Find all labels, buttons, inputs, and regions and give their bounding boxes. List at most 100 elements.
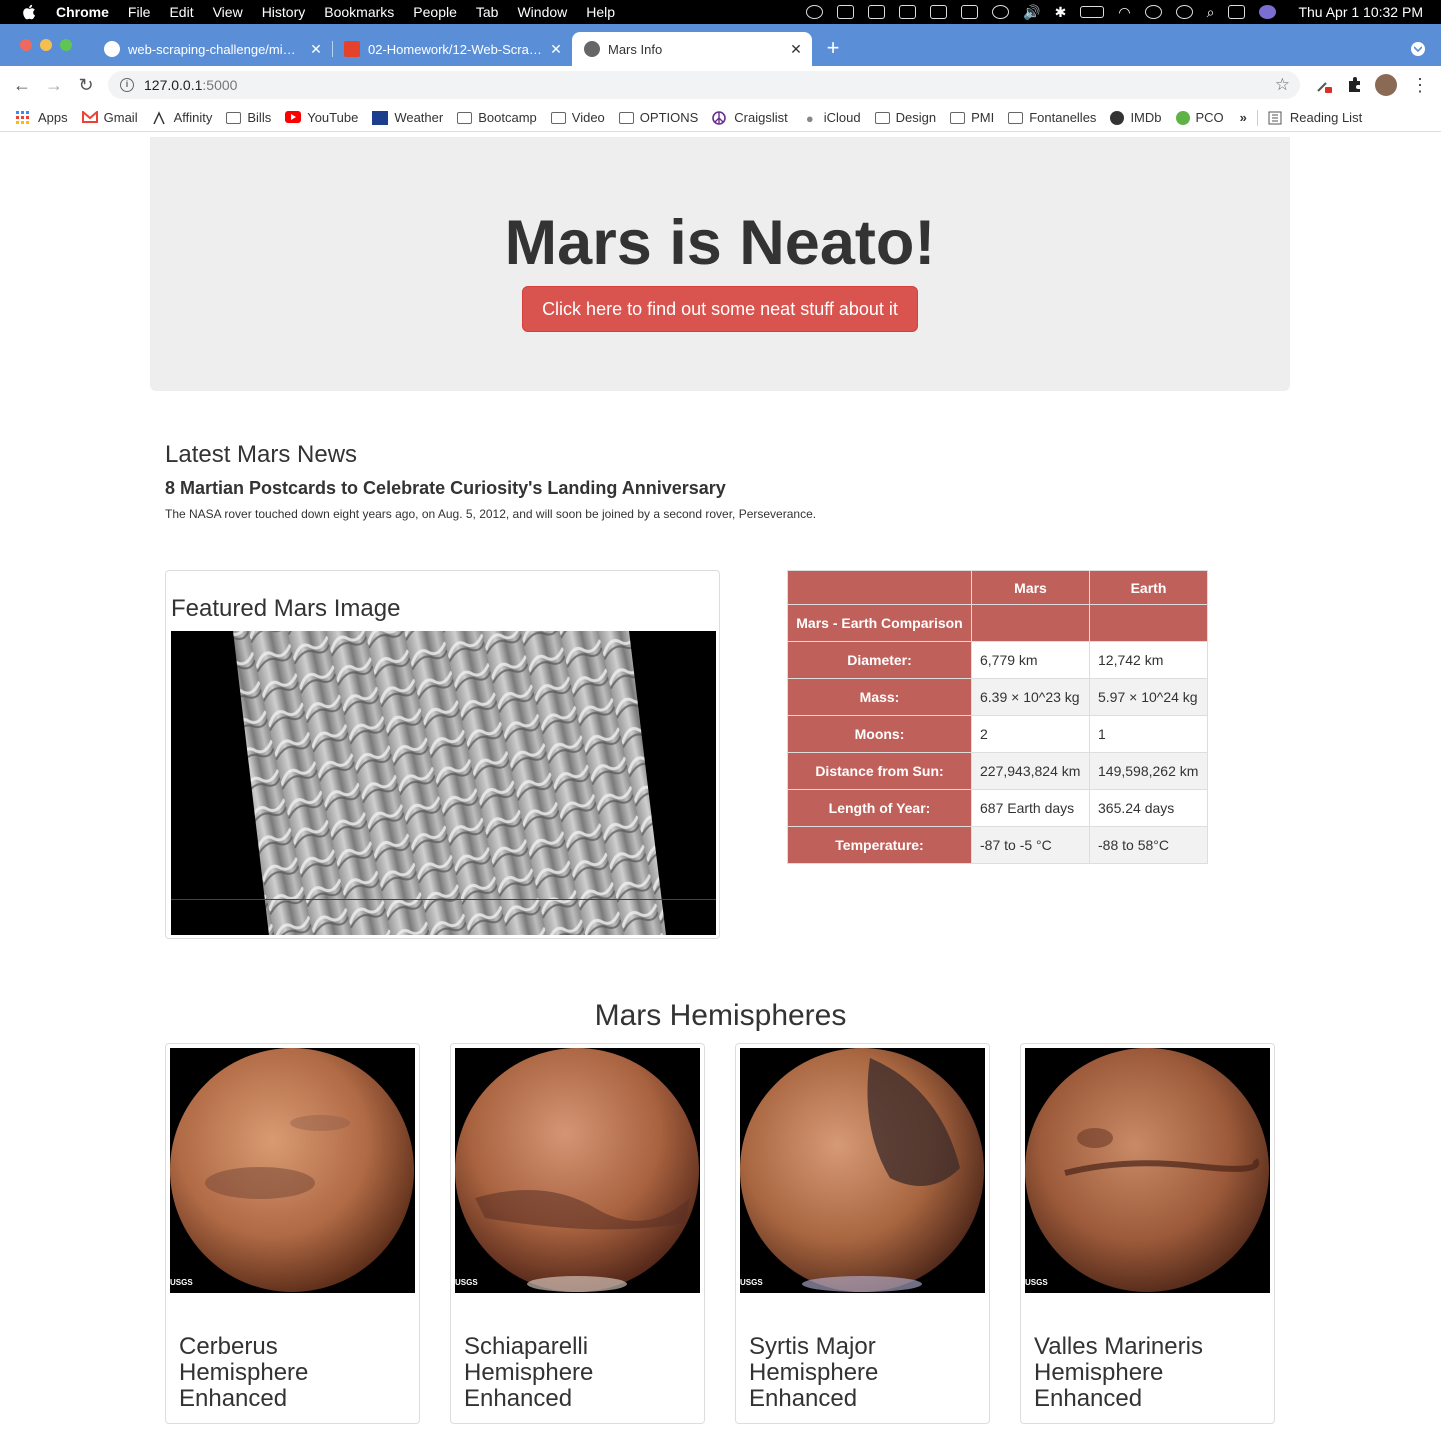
siri-icon[interactable] (1259, 5, 1277, 19)
hemisphere-title[interactable]: Syrtis Major Hemisphere Enhanced (749, 1334, 979, 1412)
clipboard-icon[interactable] (899, 5, 917, 19)
scrape-button[interactable]: Click here to find out some neat stuff a… (522, 286, 918, 332)
menu-help[interactable]: Help (586, 4, 615, 20)
tab-close-icon[interactable]: ✕ (308, 41, 324, 58)
control-center-icon[interactable] (1228, 5, 1246, 19)
bookmark-craigslist[interactable]: Craigslist (712, 110, 788, 125)
bookmark-label: OPTIONS (639, 110, 699, 125)
time-machine-icon[interactable] (1175, 5, 1193, 19)
menu-bookmarks[interactable]: Bookmarks (324, 4, 394, 20)
tab-mars-info[interactable]: Mars Info ✕ (572, 32, 812, 66)
bookmark-affinity[interactable]: Affinity (152, 110, 213, 125)
bookmark-star-icon[interactable]: ☆ (1275, 75, 1290, 95)
new-tab-button[interactable]: + (822, 37, 844, 59)
bookmark-apps[interactable]: Apps (16, 110, 68, 125)
bookmark-label: YouTube (307, 110, 359, 125)
forward-button[interactable]: → (44, 75, 64, 95)
table-row-label: Mars - Earth Comparison (787, 604, 972, 642)
tab-search-icon[interactable] (1411, 42, 1425, 56)
reading-list-button[interactable]: Reading List (1268, 110, 1362, 125)
menu-file[interactable]: File (128, 4, 151, 20)
bookmark-fontanelles[interactable]: Fontanelles (1008, 110, 1096, 125)
zoom-window-button[interactable] (60, 39, 72, 51)
tab-title: web-scraping-challenge/missio (128, 41, 302, 57)
folder-icon (874, 111, 890, 124)
search-icon[interactable]: ⌕ (1207, 4, 1215, 21)
usgs-logo: USGS (740, 1278, 763, 1287)
reload-button[interactable]: ↻ (76, 75, 96, 95)
bookmark-options[interactable]: OPTIONS (618, 110, 699, 125)
apple-logo-icon[interactable] (20, 3, 38, 21)
bookmark-imdb[interactable]: IMDb (1110, 110, 1162, 125)
bookmark-pco[interactable]: PCO (1175, 110, 1224, 125)
battery-icon[interactable] (1080, 6, 1105, 18)
bookmarks-overflow-button[interactable]: » (1240, 110, 1247, 125)
bookmark-gmail[interactable]: Gmail (81, 109, 138, 125)
menu-people[interactable]: People (413, 4, 457, 20)
hemisphere-image (170, 1048, 415, 1293)
extension-eyedropper-icon[interactable] (1314, 75, 1334, 95)
minimize-window-button[interactable] (40, 39, 52, 51)
creative-cloud-icon[interactable] (806, 5, 824, 19)
page-title: Mars is Neato! (504, 208, 936, 278)
table-cell: -87 to -5 °C (971, 826, 1090, 864)
bookmark-design[interactable]: Design (874, 110, 936, 125)
back-button[interactable]: ← (12, 75, 32, 95)
chrome-menu-icon[interactable]: ⋮ (1410, 75, 1430, 95)
bookmark-label: Weather (394, 110, 444, 125)
bluetooth-icon[interactable]: ✱ (1055, 4, 1067, 21)
bookmark-pmi[interactable]: PMI (950, 110, 994, 125)
wifi-icon[interactable]: ◠ (1118, 4, 1130, 21)
jumbotron: Mars is Neato! Click here to find out so… (150, 137, 1290, 391)
bookmark-icloud[interactable]: ● iCloud (802, 110, 861, 126)
table-header-cell (787, 570, 972, 605)
window-manager-icon[interactable] (930, 5, 948, 19)
menu-history[interactable]: History (262, 4, 306, 20)
tab-github[interactable]: web-scraping-challenge/missio ✕ (92, 32, 332, 66)
hemisphere-title[interactable]: Cerberus Hemisphere Enhanced (179, 1334, 409, 1412)
menu-app-name[interactable]: Chrome (56, 4, 109, 20)
tab-close-icon[interactable]: ✕ (788, 41, 804, 58)
hemisphere-card-cerberus: USGS Cerberus Hemisphere Enhanced (165, 1043, 420, 1424)
bookmarks-bar: Apps Gmail Affinity Bills YouTube Weathe… (0, 104, 1441, 132)
profile-avatar[interactable] (1375, 74, 1397, 96)
folder-icon (550, 111, 566, 124)
address-bar[interactable]: i 127.0.0.1:5000 ☆ (108, 71, 1300, 99)
bookmark-label: Affinity (173, 110, 213, 125)
url-port: :5000 (202, 77, 238, 93)
bookmark-label: Bootcamp (478, 110, 537, 125)
reading-list-icon (1268, 111, 1284, 125)
hemisphere-title[interactable]: Valles Marineris Hemisphere Enhanced (1034, 1334, 1264, 1412)
bookmark-label: IMDb (1130, 110, 1162, 125)
tab-close-icon[interactable]: ✕ (548, 41, 564, 58)
bookmark-bootcamp[interactable]: Bootcamp (457, 110, 537, 125)
site-info-icon[interactable]: i (120, 78, 134, 92)
bookmark-bills[interactable]: Bills (226, 110, 271, 125)
bookmark-label: Video (571, 110, 605, 125)
volume-icon[interactable]: 🔊 (1023, 4, 1040, 21)
display-icon[interactable] (961, 5, 979, 19)
status-icons: 🔊 ✱ ◠ ⌕ Thu Apr 1 10:32 PM (806, 0, 1423, 24)
menu-edit[interactable]: Edit (169, 4, 193, 20)
menu-window[interactable]: Window (517, 4, 567, 20)
menu-tab[interactable]: Tab (476, 4, 499, 20)
bookmark-label: Craigslist (734, 110, 788, 125)
table-row-label: Diameter: (787, 641, 972, 679)
bookmark-weather[interactable]: Weather (372, 110, 443, 125)
apple-icon: ● (805, 110, 814, 126)
url-host: 127.0.0.1 (144, 77, 203, 93)
bookmark-youtube[interactable]: YouTube (285, 110, 358, 125)
extensions-puzzle-icon[interactable] (1344, 75, 1364, 95)
gmail-icon (81, 109, 98, 125)
vpn-icon[interactable] (868, 5, 886, 19)
gitlab-icon (344, 41, 360, 57)
accessibility-icon[interactable] (992, 5, 1010, 19)
user-icon[interactable] (1144, 5, 1162, 19)
menubar-clock[interactable]: Thu Apr 1 10:32 PM (1298, 4, 1423, 20)
shield-icon[interactable] (837, 5, 855, 19)
menu-view[interactable]: View (213, 4, 243, 20)
tab-gitlab[interactable]: 02-Homework/12-Web-Scrapin ✕ (332, 32, 572, 66)
close-window-button[interactable] (20, 39, 32, 51)
bookmark-video[interactable]: Video (550, 110, 605, 125)
hemisphere-title[interactable]: Schiaparelli Hemisphere Enhanced (464, 1334, 694, 1412)
